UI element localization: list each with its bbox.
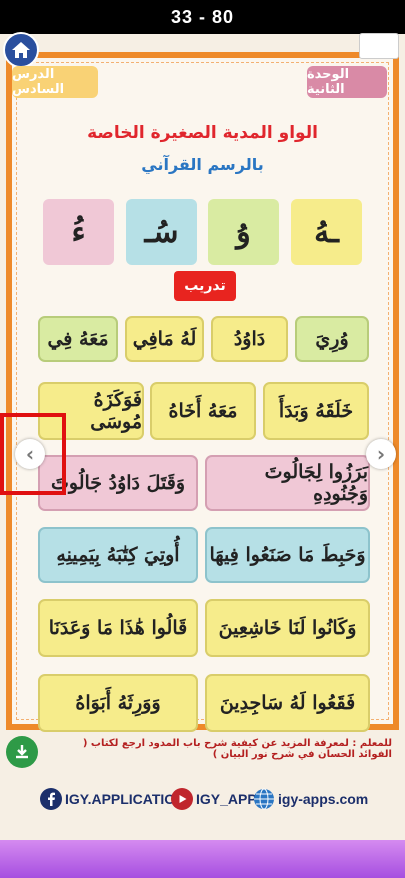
download-button[interactable] xyxy=(6,736,38,768)
globe-icon xyxy=(254,788,274,810)
download-icon xyxy=(16,745,28,759)
menu-placeholder-box[interactable] xyxy=(359,33,399,59)
facebook-handle: IGY.APPLICATION xyxy=(65,791,186,807)
facebook-icon xyxy=(40,788,62,810)
home-button[interactable] xyxy=(3,32,39,68)
page-subtitle: بالرسم القرآني xyxy=(141,155,264,174)
word-card: مَعَهُ فِي xyxy=(38,316,118,362)
word-card: وَوَرِثَهُ أَبَوَاهُ xyxy=(38,674,198,732)
letter-card-1: ـهُ xyxy=(291,199,362,265)
word-card: وُرِيَ xyxy=(295,316,369,362)
unit-badge: الوحدة الثانية xyxy=(307,66,387,98)
next-page-button[interactable]: › xyxy=(366,439,396,469)
bottom-bar xyxy=(0,840,405,878)
word-card: فَقَعُوا لَهُ سَاجِدِينَ xyxy=(205,674,370,732)
highlight-box xyxy=(0,413,66,495)
word-card: وَكَانُوا لَنَا خَاشِعِينَ xyxy=(205,599,370,657)
facebook-link[interactable]: IGY.APPLICATION xyxy=(40,785,185,813)
page-title: الواو المدية الصغيرة الخاصة xyxy=(87,123,318,143)
word-card: لَهُ مَافِي xyxy=(125,316,204,362)
lesson-badge: الدرس السادس xyxy=(12,66,98,98)
word-card: دَاوُدُ xyxy=(211,316,288,362)
youtube-link[interactable]: IGY_APP xyxy=(171,785,257,813)
page-indicator: 33 - 80 xyxy=(170,7,235,27)
word-card: قَالُوا هَٰذَا مَا وَعَدَنَا xyxy=(38,599,198,657)
word-card: أُوتِيَ كِتَٰبَهُ بِيَمِينِهِ xyxy=(38,527,198,583)
word-card: بَرَزُوا لِجَالُوتَ وَجُنُودِهِ xyxy=(205,455,370,511)
letter-card-4: ءُ xyxy=(43,199,114,265)
word-card: مَعَهُ أَخَاهُ xyxy=(150,382,256,440)
letter-card-3: سُـ xyxy=(126,199,197,265)
word-card: خَلَقَهُ وَبَدَأَ xyxy=(263,382,369,440)
word-card: وَحَبِطَ مَا صَنَعُوا فِيهَا xyxy=(205,527,370,583)
drill-label: تدريب xyxy=(174,271,236,301)
chevron-right-icon: › xyxy=(376,442,386,466)
teacher-note: للمعلم : لمعرفة المزيد عن كيفية شرح باب … xyxy=(82,738,392,760)
website-link[interactable]: igy-apps.com xyxy=(253,785,368,813)
home-icon xyxy=(12,42,30,58)
letter-card-2: ۇ xyxy=(208,199,279,265)
youtube-icon xyxy=(171,788,193,810)
website-url: igy-apps.com xyxy=(278,791,369,807)
youtube-handle: IGY_APP xyxy=(196,791,257,807)
